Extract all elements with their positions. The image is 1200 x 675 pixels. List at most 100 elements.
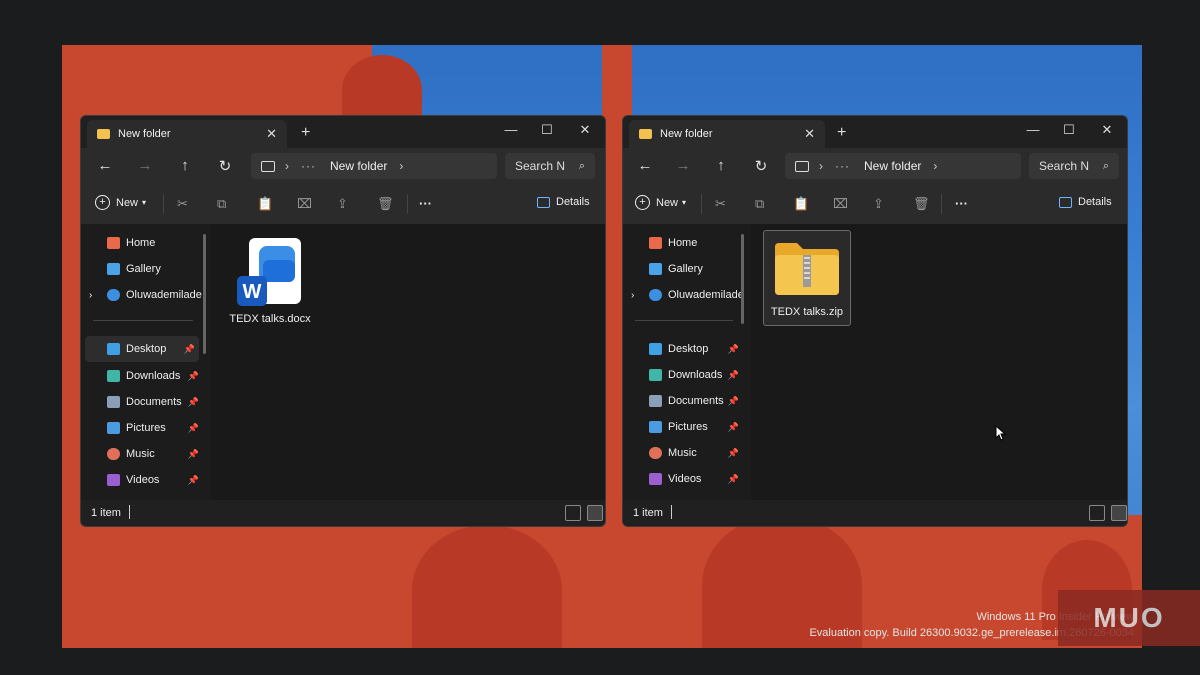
close-window-button[interactable]: ✕ xyxy=(1095,122,1119,138)
tiles-view-button[interactable] xyxy=(587,505,603,521)
details-view-button[interactable] xyxy=(565,505,581,521)
tiles-view-button[interactable] xyxy=(1111,505,1127,521)
pin-icon[interactable]: 📌 xyxy=(728,396,739,407)
pin-icon[interactable]: 📌 xyxy=(188,449,199,460)
close-window-button[interactable]: ✕ xyxy=(573,122,597,138)
sidebar-item-videos[interactable]: Videos 📌 xyxy=(623,466,751,492)
sidebar-item-documents[interactable]: Documents 📌 xyxy=(623,388,751,414)
pin-icon[interactable]: 📌 xyxy=(188,397,199,408)
cut-icon[interactable]: ✂ xyxy=(177,196,188,212)
close-tab-icon[interactable]: ✕ xyxy=(804,126,815,142)
sidebar-item-music[interactable]: Music 📌 xyxy=(81,441,211,467)
pin-icon[interactable]: 📌 xyxy=(728,448,739,459)
chevron-right-icon[interactable]: › xyxy=(399,159,403,173)
sidebar-item-gallery[interactable]: Gallery xyxy=(81,256,211,282)
details-button[interactable]: Details xyxy=(1059,196,1112,208)
file-item[interactable]: W TEDX talks.docx xyxy=(225,236,315,325)
chevron-right-icon[interactable]: › xyxy=(933,159,937,173)
sidebar-item-gallery[interactable]: Gallery xyxy=(623,256,751,282)
up-button[interactable]: ↑ xyxy=(711,157,731,174)
sidebar-item-pictures[interactable]: Pictures 📌 xyxy=(623,414,751,440)
divider xyxy=(163,194,164,214)
sidebar-item-home[interactable]: Home xyxy=(623,230,751,256)
tab-new-folder[interactable]: New folder ✕ xyxy=(629,120,825,148)
sidebar-item-onedrive[interactable]: › Oluwademilade xyxy=(81,282,211,308)
music-icon xyxy=(107,448,120,460)
delete-icon[interactable]: 🗑 xyxy=(913,196,930,212)
sidebar-item-downloads[interactable]: Downloads 📌 xyxy=(623,362,751,388)
breadcrumb[interactable]: New folder xyxy=(330,159,387,173)
downloads-icon xyxy=(649,369,662,381)
refresh-button[interactable]: ↻ xyxy=(215,157,235,175)
pin-icon[interactable]: 📌 xyxy=(728,422,739,433)
more-locations-icon[interactable]: ··· xyxy=(835,159,850,173)
tab-new-folder[interactable]: New folder ✕ xyxy=(87,120,287,148)
file-item[interactable]: TEDX talks.zip xyxy=(763,230,851,326)
search-box[interactable]: Search N ⌕ xyxy=(1029,153,1119,179)
search-input[interactable]: Search N xyxy=(1039,159,1089,173)
sidebar-item-label: Oluwademilade xyxy=(668,289,744,301)
chevron-right-icon[interactable]: › xyxy=(631,290,641,301)
more-options-icon[interactable]: ··· xyxy=(419,196,432,211)
rename-icon[interactable]: ⌧ xyxy=(833,196,848,212)
back-button[interactable]: ← xyxy=(635,157,655,174)
up-button[interactable]: ↑ xyxy=(175,157,195,174)
pin-icon[interactable]: 📌 xyxy=(728,370,739,381)
copy-icon[interactable]: ⧉ xyxy=(217,196,226,212)
downloads-icon xyxy=(107,370,120,382)
paste-icon[interactable]: 📋 xyxy=(257,196,273,212)
pin-icon[interactable]: 📌 xyxy=(188,371,199,382)
back-button[interactable]: ← xyxy=(95,157,115,174)
pin-icon[interactable]: 📌 xyxy=(728,474,739,485)
share-icon[interactable]: ⇪ xyxy=(873,196,884,212)
pin-icon[interactable]: 📌 xyxy=(184,344,195,355)
details-view-button[interactable] xyxy=(1089,505,1105,521)
cut-icon[interactable]: ✂ xyxy=(715,196,726,212)
sidebar-item-desktop[interactable]: Desktop 📌 xyxy=(623,336,751,362)
new-tab-button[interactable]: + xyxy=(837,124,846,142)
paste-icon[interactable]: 📋 xyxy=(793,196,809,212)
sidebar-item-desktop[interactable]: Desktop 📌 xyxy=(85,336,199,362)
chevron-right-icon[interactable]: › xyxy=(89,290,99,301)
address-bar[interactable]: › ··· New folder › xyxy=(785,153,1021,179)
details-button[interactable]: Details xyxy=(537,196,590,208)
pin-icon[interactable]: 📌 xyxy=(188,423,199,434)
sidebar-item-onedrive[interactable]: › Oluwademilade xyxy=(623,282,751,308)
sidebar-item-home[interactable]: Home xyxy=(81,230,211,256)
sidebar-scrollbar[interactable] xyxy=(741,234,744,324)
new-tab-button[interactable]: + xyxy=(301,124,310,142)
new-button[interactable]: + New ▾ xyxy=(95,195,146,210)
maximize-button[interactable]: ☐ xyxy=(1057,122,1081,138)
refresh-button[interactable]: ↻ xyxy=(751,157,771,175)
breadcrumb[interactable]: New folder xyxy=(864,159,921,173)
copy-icon[interactable]: ⧉ xyxy=(755,196,764,212)
details-pane-icon xyxy=(537,196,550,208)
videos-icon xyxy=(649,473,662,485)
pin-icon[interactable]: 📌 xyxy=(188,475,199,486)
divider xyxy=(407,194,408,214)
gallery-icon xyxy=(107,263,120,275)
search-box[interactable]: Search N ⌕ xyxy=(505,153,595,179)
sidebar-item-downloads[interactable]: Downloads 📌 xyxy=(81,363,211,389)
sidebar-item-videos[interactable]: Videos 📌 xyxy=(81,467,211,493)
rename-icon[interactable]: ⌧ xyxy=(297,196,312,212)
delete-icon[interactable]: 🗑 xyxy=(377,196,394,212)
sidebar-item-label: Videos xyxy=(668,473,702,485)
new-button[interactable]: + New ▾ xyxy=(635,195,686,210)
maximize-button[interactable]: ☐ xyxy=(535,122,559,138)
sidebar-item-pictures[interactable]: Pictures 📌 xyxy=(81,415,211,441)
minimize-button[interactable]: — xyxy=(1021,122,1045,137)
minimize-button[interactable]: — xyxy=(499,122,523,137)
more-options-icon[interactable]: ··· xyxy=(955,196,968,211)
search-input[interactable]: Search N xyxy=(515,159,565,173)
address-bar[interactable]: › ··· New folder › xyxy=(251,153,497,179)
forward-button[interactable]: → xyxy=(673,157,693,174)
sidebar-scrollbar[interactable] xyxy=(203,234,206,354)
pin-icon[interactable]: 📌 xyxy=(728,344,739,355)
forward-button[interactable]: → xyxy=(135,157,155,174)
more-locations-icon[interactable]: ··· xyxy=(301,159,316,173)
share-icon[interactable]: ⇪ xyxy=(337,196,348,212)
sidebar-item-documents[interactable]: Documents 📌 xyxy=(81,389,211,415)
close-tab-icon[interactable]: ✕ xyxy=(266,126,277,142)
sidebar-item-music[interactable]: Music 📌 xyxy=(623,440,751,466)
